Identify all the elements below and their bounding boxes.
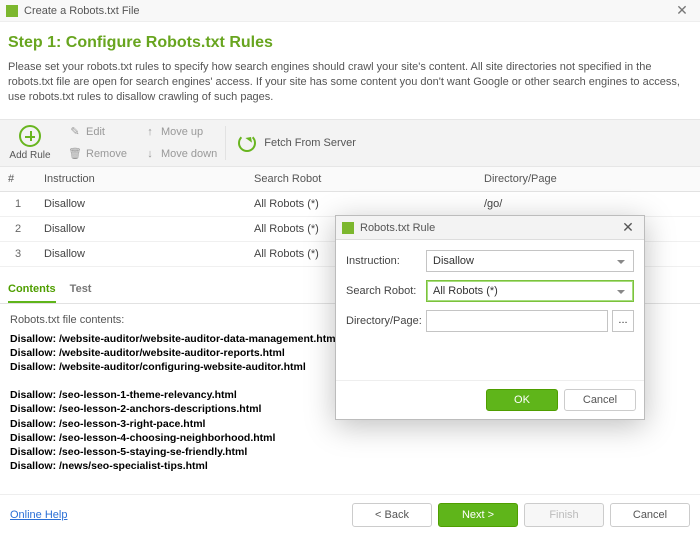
step-heading: Step 1: Configure Robots.txt Rules (8, 34, 692, 52)
dialog-cancel-button[interactable]: Cancel (564, 389, 636, 411)
step-header: Step 1: Configure Robots.txt Rules Pleas… (0, 22, 700, 111)
edit-button[interactable]: ✎Edit (68, 121, 127, 143)
back-button[interactable]: < Back (352, 503, 432, 527)
titlebar: Create a Robots.txt File ✕ (0, 0, 700, 22)
remove-button[interactable]: 🗑Remove (68, 143, 127, 165)
col-instruction[interactable]: Instruction (36, 167, 246, 192)
dialog-ok-button[interactable]: OK (486, 389, 558, 411)
toolbar: Add Rule ✎Edit 🗑Remove ↑Move up ↓Move do… (0, 119, 700, 167)
tab-contents[interactable]: Contents (8, 277, 56, 303)
add-rule-label: Add Rule (9, 150, 50, 161)
refresh-icon (238, 134, 256, 152)
col-directory[interactable]: Directory/Page (476, 167, 700, 192)
dialog-title: Robots.txt Rule (360, 222, 618, 234)
app-icon (342, 222, 354, 234)
online-help-link[interactable]: Online Help (10, 509, 67, 521)
window-title: Create a Robots.txt File (24, 5, 670, 17)
pencil-icon: ✎ (68, 125, 82, 138)
table-row[interactable]: 1 Disallow All Robots (*) /go/ (0, 191, 700, 216)
plus-icon (19, 125, 41, 147)
cancel-button[interactable]: Cancel (610, 503, 690, 527)
step-description: Please set your robots.txt rules to spec… (8, 60, 692, 105)
instruction-label: Instruction: (346, 255, 426, 267)
fetch-from-server-button[interactable]: Fetch From Server (226, 120, 368, 166)
finish-button: Finish (524, 503, 604, 527)
app-icon (6, 5, 18, 17)
tab-test[interactable]: Test (70, 277, 92, 303)
dialog-close-button[interactable]: ✕ (618, 219, 638, 236)
move-down-button[interactable]: ↓Move down (143, 143, 217, 165)
next-button[interactable]: Next > (438, 503, 518, 527)
search-robot-select[interactable]: All Robots (*) (426, 280, 634, 302)
close-window-button[interactable]: ✕ (670, 2, 694, 19)
arrow-up-icon: ↑ (143, 126, 157, 138)
search-robot-label: Search Robot: (346, 285, 426, 297)
instruction-select[interactable]: Disallow (426, 250, 634, 272)
arrow-down-icon: ↓ (143, 148, 157, 160)
add-rule-button[interactable]: Add Rule (0, 120, 60, 166)
directory-input[interactable] (426, 310, 608, 332)
dialog-titlebar: Robots.txt Rule ✕ (336, 216, 644, 240)
trash-icon: 🗑 (68, 147, 82, 160)
footer: Online Help < Back Next > Finish Cancel (0, 494, 700, 534)
col-robot[interactable]: Search Robot (246, 167, 476, 192)
col-num[interactable]: # (0, 167, 36, 192)
directory-label: Directory/Page: (346, 315, 426, 327)
rule-dialog: Robots.txt Rule ✕ Instruction: Disallow … (335, 215, 645, 420)
move-up-button[interactable]: ↑Move up (143, 121, 217, 143)
browse-button[interactable]: ... (612, 310, 634, 332)
